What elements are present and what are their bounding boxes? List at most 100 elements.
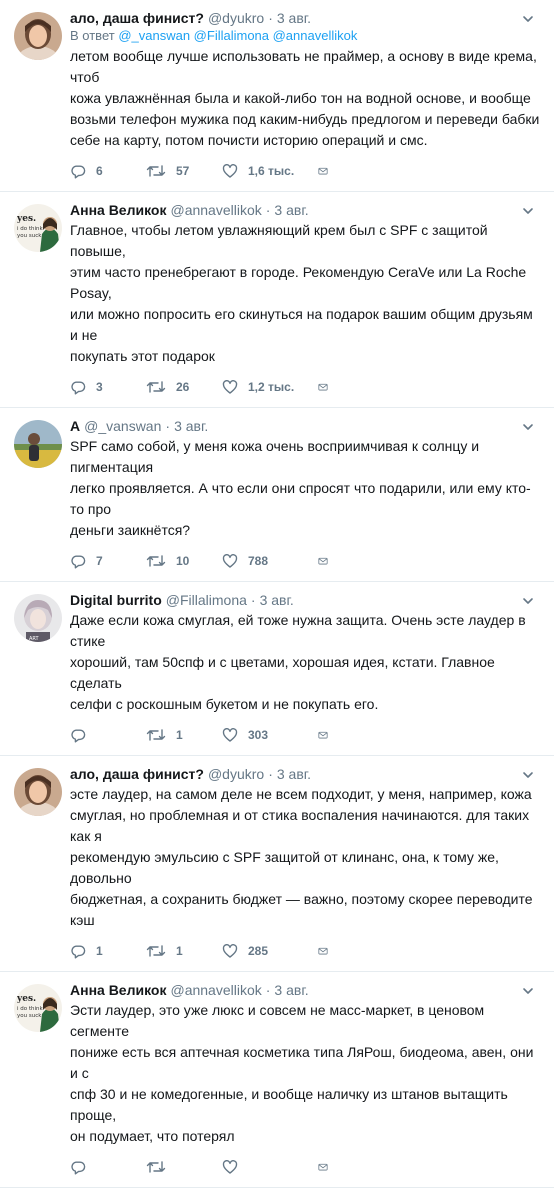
chevron-down-icon[interactable] (522, 205, 534, 217)
envelope-icon (318, 947, 328, 955)
tweet-header: А @_vanswan · 3 авг. (70, 408, 540, 435)
reply-to-users[interactable]: @_vanswan @Fillalimona @annavellikok (118, 28, 357, 43)
retweet-button[interactable]: 26 (146, 379, 222, 395)
tweet-actions: 3 26 1,2 тыс. (70, 376, 540, 407)
display-name[interactable]: ало, даша финист? (70, 9, 204, 27)
avatar[interactable]: yes. i do think you suck (14, 984, 62, 1032)
timestamp[interactable]: 3 авг. (277, 9, 311, 27)
avatar[interactable]: yes. i do think you suck (14, 204, 62, 252)
direct-message-button[interactable] (318, 379, 338, 395)
username[interactable]: @_vanswan (84, 417, 161, 435)
direct-message-button[interactable] (318, 727, 338, 743)
display-name[interactable]: Анна Великок (70, 981, 166, 999)
like-count: 1,6 тыс. (248, 164, 295, 178)
retweet-count: 26 (176, 380, 190, 394)
username[interactable]: @Fillalimona (166, 591, 247, 609)
like-count: 285 (248, 944, 269, 958)
chevron-down-icon[interactable] (522, 13, 534, 25)
direct-message-button[interactable] (318, 553, 338, 569)
avatar[interactable] (14, 768, 62, 816)
like-button[interactable]: 788 (222, 553, 318, 569)
retweet-count: 57 (176, 164, 190, 178)
retweet-button[interactable] (146, 1159, 222, 1175)
like-count: 303 (248, 728, 269, 742)
reply-button[interactable]: 1 (70, 943, 146, 959)
username[interactable]: @annavellikok (170, 981, 261, 999)
svg-text:you suck: you suck (17, 233, 42, 239)
like-button[interactable]: 1,2 тыс. (222, 379, 318, 395)
like-button[interactable] (222, 1159, 318, 1175)
tweet[interactable]: ало, даша финист? @dyukro · 3 авг. эсте … (0, 756, 554, 972)
tweet[interactable]: А @_vanswan · 3 авг. SPF само собой, у м… (0, 408, 554, 582)
timestamp[interactable]: 3 авг. (260, 591, 294, 609)
username[interactable]: @dyukro (208, 765, 264, 783)
direct-message-button[interactable] (318, 163, 338, 179)
timestamp[interactable]: 3 авг. (274, 981, 308, 999)
chevron-down-icon[interactable] (522, 595, 534, 607)
retweet-button[interactable]: 1 (146, 727, 222, 743)
avatar[interactable] (14, 420, 62, 468)
heart-icon (222, 1160, 238, 1174)
direct-message-button[interactable] (318, 1159, 338, 1175)
separator-dot: · (268, 10, 273, 26)
timestamp[interactable]: 3 авг. (174, 417, 208, 435)
heart-icon (222, 944, 238, 958)
reply-icon (71, 381, 86, 395)
timestamp[interactable]: 3 авг. (274, 201, 308, 219)
display-name[interactable]: А (70, 417, 80, 435)
reply-button[interactable] (70, 1159, 146, 1175)
tweet-header: ало, даша финист? @dyukro · 3 авг. (70, 0, 540, 27)
tweet-actions: 1 1 285 (70, 940, 540, 971)
retweet-icon (146, 555, 166, 567)
reply-context: В ответ @_vanswan @Fillalimona @annavell… (70, 27, 540, 45)
retweet-button[interactable]: 1 (146, 943, 222, 959)
reply-icon (71, 1161, 86, 1175)
tweet-header: ало, даша финист? @dyukro · 3 авг. (70, 756, 540, 783)
display-name[interactable]: ало, даша финист? (70, 765, 204, 783)
chevron-down-icon[interactable] (522, 985, 534, 997)
heart-icon (222, 164, 238, 178)
tweet-text: SPF само собой, у меня кожа очень воспри… (70, 438, 531, 538)
username[interactable]: @annavellikok (170, 201, 261, 219)
reply-icon (71, 729, 86, 743)
envelope-icon (318, 383, 328, 391)
like-button[interactable]: 285 (222, 943, 318, 959)
reply-icon (71, 555, 86, 569)
tweet-header: Анна Великок @annavellikok · 3 авг. (70, 192, 540, 219)
reply-count: 1 (96, 944, 103, 958)
like-button[interactable]: 303 (222, 727, 318, 743)
like-button[interactable]: 1,6 тыс. (222, 163, 318, 179)
retweet-count: 1 (176, 728, 183, 742)
separator-dot: · (265, 202, 271, 218)
tweet[interactable]: ART Digital burrito @Fillalimona · 3 авг… (0, 582, 554, 756)
display-name[interactable]: Digital burrito (70, 591, 162, 609)
retweet-icon (146, 945, 166, 957)
tweet[interactable]: ало, даша финист? @dyukro · 3 авг. В отв… (0, 0, 554, 192)
tweet-text: эсте лаудер, на самом деле не всем подхо… (70, 786, 533, 928)
timestamp[interactable]: 3 авг. (277, 765, 311, 783)
display-name[interactable]: Анна Великок (70, 201, 166, 219)
username[interactable]: @dyukro (208, 9, 264, 27)
reply-button[interactable]: 7 (70, 553, 146, 569)
heart-icon (222, 380, 238, 394)
retweet-icon (146, 381, 166, 393)
chevron-down-icon[interactable] (522, 421, 534, 433)
retweet-icon (146, 165, 166, 177)
reply-count: 7 (96, 554, 103, 568)
reply-button[interactable]: 3 (70, 379, 146, 395)
retweet-button[interactable]: 10 (146, 553, 222, 569)
direct-message-button[interactable] (318, 943, 338, 959)
envelope-icon (318, 1163, 328, 1171)
like-count: 788 (248, 554, 269, 568)
svg-text:yes.: yes. (16, 994, 36, 1004)
reply-button[interactable] (70, 727, 146, 743)
avatar[interactable] (14, 12, 62, 60)
reply-button[interactable]: 6 (70, 163, 146, 179)
chevron-down-icon[interactable] (522, 769, 534, 781)
tweet[interactable]: yes. i do think you suck Анна Великок @ann… (0, 972, 554, 1188)
tweet-actions: 7 10 788 (70, 550, 540, 581)
tweet-actions: 6 57 1,6 тыс. (70, 160, 540, 191)
retweet-button[interactable]: 57 (146, 163, 222, 179)
avatar[interactable]: ART (14, 594, 62, 642)
tweet[interactable]: yes. i do think you suck Анна Великок @ann… (0, 192, 554, 408)
